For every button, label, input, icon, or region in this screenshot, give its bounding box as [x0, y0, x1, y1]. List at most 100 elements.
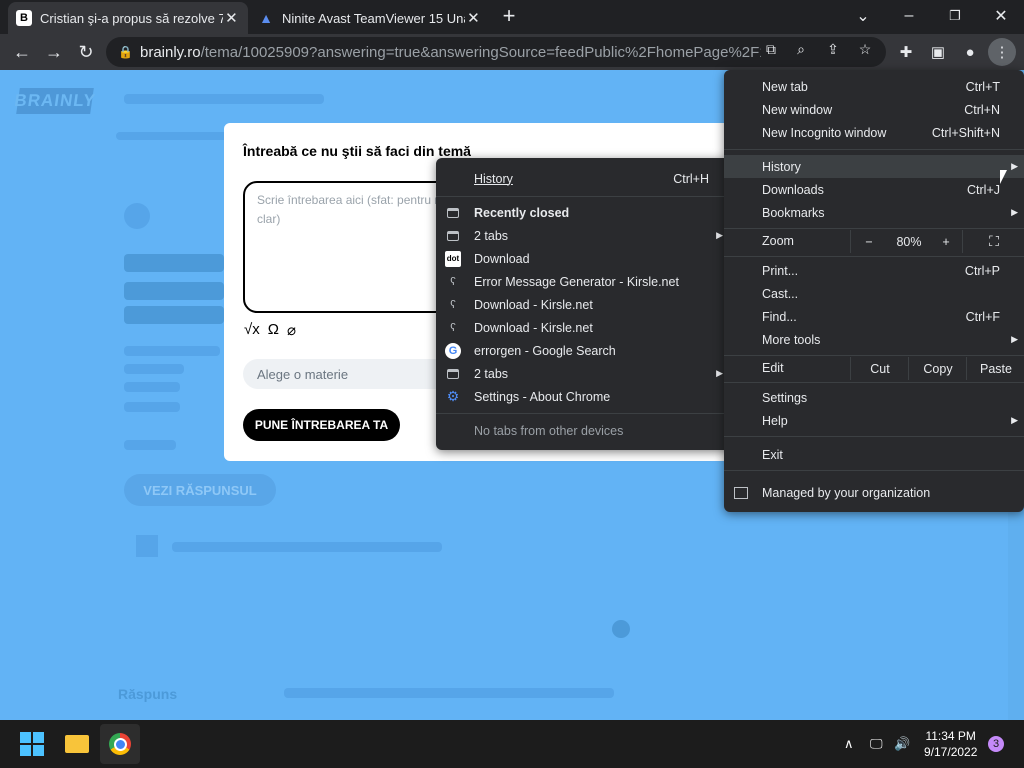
menu-label: Settings	[762, 390, 808, 405]
recent-item[interactable]: G errorgen - Google Search	[436, 339, 731, 362]
menu-label: New tab	[762, 79, 808, 94]
google-icon: G	[445, 342, 461, 359]
menu-shortcut: Ctrl+T	[965, 79, 1000, 94]
forward-arrow-icon[interactable]: →	[40, 38, 68, 66]
volume-icon[interactable]: 🔊	[894, 720, 910, 768]
ninite-icon: ▲	[259, 10, 273, 26]
copy-button[interactable]: Copy	[908, 357, 967, 380]
omega-symbol-icon[interactable]: Ω	[268, 321, 279, 339]
tab-title: Cristian şi-a propus să rezolve 70	[40, 10, 223, 26]
recent-item[interactable]: ⚙ Settings - About Chrome	[436, 385, 731, 408]
menu-new-tab[interactable]: New tab Ctrl+T	[724, 75, 1024, 98]
recent-item-label: Download	[474, 251, 530, 266]
submenu-arrow-icon: ▶	[716, 230, 723, 240]
recently-closed-label: Recently closed	[474, 205, 570, 220]
recent-item[interactable]: dot Download	[436, 247, 731, 270]
menu-settings[interactable]: Settings	[724, 386, 1024, 409]
zoom-level: 80%	[896, 234, 922, 249]
menu-new-window[interactable]: New window Ctrl+N	[724, 98, 1024, 121]
menu-downloads[interactable]: Downloads Ctrl+J	[724, 178, 1024, 201]
start-button[interactable]	[12, 724, 52, 764]
close-window-icon[interactable]: ✕	[978, 0, 1024, 32]
cut-button[interactable]: Cut	[850, 357, 909, 380]
menu-divider	[724, 228, 1024, 229]
minimize-icon[interactable]: –	[886, 0, 932, 32]
extensions-puzzle-icon[interactable]: ✚	[892, 38, 920, 66]
fullscreen-icon[interactable]: ⛶	[962, 230, 1024, 253]
modal-title: Întreabă ce nu ştii să faci din temă	[243, 143, 471, 159]
kirsle-icon: ʕ	[450, 298, 456, 311]
kirsle-icon: ʕ	[450, 275, 456, 288]
tab-search-chevron-icon[interactable]: ⌄	[840, 0, 886, 32]
side-panel-icon[interactable]: ▣	[924, 38, 952, 66]
menu-shortcut: Ctrl+N	[964, 102, 1000, 117]
recent-item[interactable]: 2 tabs ▶	[436, 362, 731, 385]
brainly-logo[interactable]: BRAINLY	[13, 88, 97, 114]
menu-history[interactable]: History ▶	[724, 155, 1024, 178]
reload-icon[interactable]: ↻	[72, 38, 100, 66]
file-explorer-icon[interactable]	[57, 724, 97, 764]
no-tabs-label: No tabs from other devices	[474, 423, 624, 438]
zoom-out-button[interactable]: −	[850, 230, 887, 253]
lock-icon[interactable]: 🔒	[118, 45, 133, 59]
menu-divider	[724, 256, 1024, 257]
question-text-line	[124, 364, 184, 374]
ask-question-button[interactable]: PUNE ÎNTREBAREA TA	[243, 409, 400, 441]
paste-button[interactable]: Paste	[966, 357, 1024, 380]
question-text-line	[124, 402, 180, 412]
see-answer-button[interactable]: VEZI RĂSPUNSUL	[124, 474, 276, 506]
menu-label: Print...	[762, 263, 799, 278]
tab-brainly[interactable]: B Cristian şi-a propus să rezolve 70 ✕	[8, 2, 248, 34]
menu-cast[interactable]: Cast...	[724, 282, 1024, 305]
menu-divider	[724, 382, 1024, 383]
share-icon[interactable]: ⇪	[822, 38, 844, 60]
menu-bookmarks[interactable]: Bookmarks ▶	[724, 201, 1024, 224]
question-text-line	[124, 346, 220, 356]
zoom-magnifier-icon[interactable]: ⌕	[790, 38, 812, 60]
menu-new-incognito[interactable]: New Incognito window Ctrl+Shift+N	[724, 121, 1024, 144]
restore-icon[interactable]: ❐	[932, 0, 978, 32]
math-sqrt-icon[interactable]: √x	[244, 321, 260, 339]
url-path: /tema/10025909?answering=true&answeringS…	[200, 43, 761, 61]
menu-help[interactable]: Help ▶	[724, 409, 1024, 432]
tab-group-icon	[445, 366, 461, 382]
notification-badge[interactable]: 3	[988, 736, 1004, 752]
recent-item[interactable]: ʕ Error Message Generator - Kirsle.net	[436, 270, 731, 293]
menu-shortcut: Ctrl+F	[965, 309, 1000, 324]
menu-managed[interactable]: Managed by your organization	[724, 481, 1024, 504]
network-icon[interactable]: 🖵	[870, 720, 883, 768]
no-tabs-other-devices: No tabs from other devices	[436, 419, 731, 442]
tab-close-icon[interactable]: ✕	[223, 9, 240, 27]
tab-close-icon[interactable]: ✕	[465, 9, 482, 27]
question-title-line	[124, 254, 224, 272]
history-item[interactable]: History Ctrl+H	[436, 167, 731, 190]
menu-print[interactable]: Print... Ctrl+P	[724, 259, 1024, 282]
clock[interactable]: 11:34 PM 9/17/2022	[924, 720, 977, 768]
tray-chevron-icon[interactable]: ∧	[844, 720, 854, 768]
profile-avatar-icon[interactable]: ●	[956, 38, 984, 66]
recent-item[interactable]: 2 tabs ▶	[436, 224, 731, 247]
back-arrow-icon[interactable]: ←	[8, 38, 36, 66]
chrome-menu-kebab-icon[interactable]: ⋮	[988, 38, 1016, 66]
chrome-taskbar-icon[interactable]	[100, 724, 140, 764]
menu-shortcut: Ctrl+Shift+N	[931, 125, 1000, 140]
translate-icon[interactable]: ⧉	[760, 38, 782, 60]
attachment-paperclip-icon[interactable]: ⌀	[287, 321, 296, 339]
menu-divider	[724, 355, 1024, 356]
menu-exit[interactable]: Exit	[724, 443, 1024, 466]
tab-ninite[interactable]: ▲ Ninite Avast TeamViewer 15 Unat ✕	[250, 2, 490, 34]
menu-label: History	[762, 159, 801, 174]
answer-note	[284, 688, 614, 698]
menu-more-tools[interactable]: More tools ▶	[724, 328, 1024, 351]
clock-date: 9/17/2022	[924, 745, 978, 759]
zoom-in-button[interactable]: +	[932, 230, 960, 253]
bookmark-star-icon[interactable]: ☆	[854, 38, 876, 60]
recent-item[interactable]: ʕ Download - Kirsle.net	[436, 293, 731, 316]
menu-divider	[724, 149, 1024, 150]
new-tab-button[interactable]: +	[498, 5, 520, 28]
sub-nav	[116, 132, 236, 140]
menu-find[interactable]: Find... Ctrl+F	[724, 305, 1024, 328]
question-text-line	[124, 440, 176, 450]
recent-item[interactable]: ʕ Download - Kirsle.net	[436, 316, 731, 339]
question-placeholder: Scrie întrebarea aici (sfat: pentru mai …	[257, 193, 454, 226]
